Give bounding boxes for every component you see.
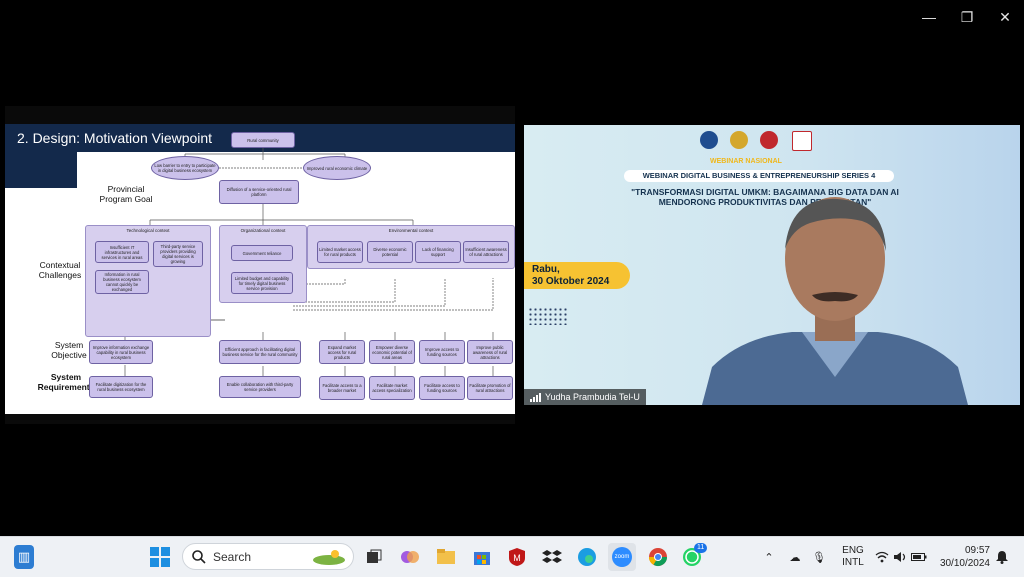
efficient-approach-objective: Efficient approach in facilitating digit… <box>219 340 301 364</box>
empower-objective: Empower diverse economic potential of ru… <box>369 340 415 364</box>
minimize-button[interactable]: — <box>910 0 948 34</box>
diverse-potential-box: Diverse economic potential <box>367 241 413 263</box>
participant-video-tile[interactable]: WEBINAR NASIONAL WEBINAR DIGITAL BUSINES… <box>524 125 1020 405</box>
decorative-dots <box>528 307 568 325</box>
facilitate-digitization-req: Facilitate digitization for the rural bu… <box>89 376 153 398</box>
restore-button[interactable]: ❐ <box>948 0 986 34</box>
svg-text:M: M <box>513 553 521 563</box>
onedrive-cloud-icon[interactable]: ☁ <box>786 537 804 577</box>
search-highlight-icon <box>313 550 345 565</box>
dropbox-icon[interactable] <box>540 545 564 569</box>
file-explorer-icon[interactable] <box>434 545 458 569</box>
whatsapp-notification-badge: 11 <box>694 543 708 553</box>
webinar-date: Rabu, 30 Oktober 2024 <box>532 264 610 287</box>
lack-financing-box: Lack of financing support <box>415 241 461 263</box>
rural-community-box: Rural community <box>231 132 295 148</box>
org-logo-3-icon <box>760 131 778 149</box>
expand-market-objective: Expand market access for rural products <box>319 340 365 364</box>
battery-icon[interactable] <box>910 537 928 577</box>
government-reliance-box: Government reliance <box>231 245 293 261</box>
taskbar-search[interactable]: Search <box>182 543 354 570</box>
search-placeholder: Search <box>213 550 252 564</box>
label-system-objective: System Objective <box>51 340 87 360</box>
diffusion-box: Diffusion of a service-oriented rural pl… <box>219 180 299 204</box>
improved-climate-goal: Improved rural economic climate <box>303 156 371 180</box>
edge-icon[interactable] <box>575 545 599 569</box>
improve-awareness-objective: Improve public awareness of rural attrac… <box>467 340 513 364</box>
slide-content: 2. Design: Motivation Viewpoint Provinci… <box>5 124 515 414</box>
facilitate-funding-req: Facilitate access to funding sources <box>419 376 465 400</box>
limited-market-box: Limited market access for rural products <box>317 241 363 263</box>
facilitate-promotion-req: Facilitate promotion of rural attraction… <box>467 376 513 400</box>
insufficient-it-box: Insufficient IT infrastructures and serv… <box>95 241 149 263</box>
show-hidden-icons-chevron-up-icon[interactable]: ⌃ <box>760 537 778 577</box>
participant-name-label: Yudha Prambudia Tel-U <box>524 389 646 405</box>
limited-budget-box: Limited budget and capability for timely… <box>231 272 293 294</box>
windows-taskbar: ▥ Search M zoom 11 ⌃ ☁ 🎙 ENG INTL 09:57 … <box>0 536 1024 577</box>
org-logo-1-icon <box>700 131 718 149</box>
insufficient-awareness-box: Insufficient awareness of rural attracti… <box>463 241 509 263</box>
system-clock[interactable]: 09:57 30/10/2024 <box>940 544 990 570</box>
third-party-box: Third-party service providers providing … <box>153 241 203 267</box>
label-system-requirements: System Requirements <box>37 372 95 392</box>
chrome-icon[interactable] <box>646 545 670 569</box>
improve-info-objective: Improve information exchange capability … <box>89 340 153 364</box>
task-view-icon[interactable] <box>362 545 386 569</box>
facilitate-market-req: Facilitate access to a broader market <box>319 376 365 400</box>
telkom-logo-icon <box>792 131 812 151</box>
enable-collab-req: Enable collaboration with third-party se… <box>219 376 301 398</box>
search-icon <box>192 550 206 564</box>
mcafee-icon[interactable]: M <box>505 545 529 569</box>
info-rural-box: Information in rural business ecosystem … <box>95 270 149 294</box>
microsoft-store-icon[interactable] <box>470 545 494 569</box>
facilitate-specialization-req: Facilitate market access specialization <box>369 376 415 400</box>
label-provincial-goal: Provincial Program Goal <box>99 184 153 204</box>
shared-screen: 2. Design: Motivation Viewpoint Provinci… <box>5 106 515 424</box>
improve-funding-objective: Improve access to funding sources <box>419 340 465 364</box>
language-indicator[interactable]: ENG INTL <box>836 537 870 577</box>
label-contextual-challenges: Contextual Challenges <box>38 260 82 280</box>
wifi-icon[interactable] <box>874 537 890 577</box>
webinar-subtitle: WEBINAR NASIONAL <box>710 158 782 165</box>
start-button[interactable] <box>148 545 172 569</box>
webinar-series-title: WEBINAR DIGITAL BUSINESS & ENTREPRENEURS… <box>624 170 894 182</box>
close-button[interactable]: ✕ <box>986 0 1024 34</box>
microphone-icon[interactable]: 🎙 <box>810 537 828 577</box>
copilot-icon[interactable] <box>398 545 422 569</box>
notification-bell-icon[interactable] <box>994 537 1010 577</box>
low-barrier-goal: Low barrier to entry to participate in d… <box>151 156 219 180</box>
participant-name: Yudha Prambudia Tel-U <box>545 392 640 402</box>
participant-camera-feed <box>702 197 968 405</box>
window-controls: — ❐ ✕ <box>910 0 1024 34</box>
zoom-app-icon[interactable]: zoom <box>608 543 636 571</box>
org-logo-2-icon <box>730 131 748 149</box>
volume-icon[interactable] <box>892 537 908 577</box>
audio-signal-icon <box>530 392 541 402</box>
widgets-icon[interactable]: ▥ <box>14 545 34 569</box>
